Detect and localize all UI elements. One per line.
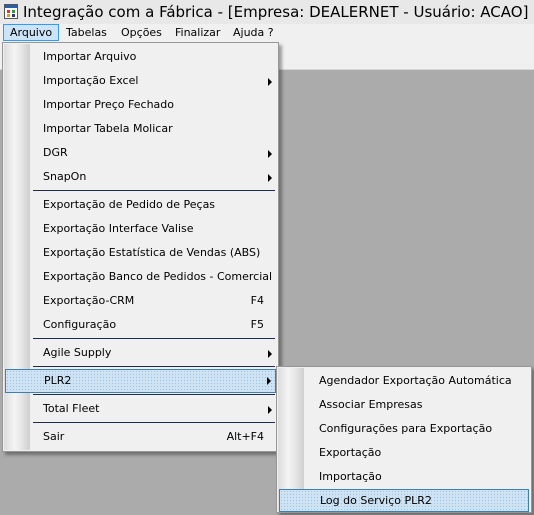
submenu-arrow-icon xyxy=(268,406,272,414)
shortcut-label: F4 xyxy=(250,294,264,307)
app-icon[interactable] xyxy=(4,4,18,19)
menu-item-label: DGR xyxy=(43,146,68,159)
menu-item-label: Exportação Banco de Pedidos - Comercial xyxy=(43,270,273,283)
menu-item-exportacao-pedido-pecas[interactable]: Exportação de Pedido de Peças xyxy=(5,193,276,217)
menu-item-associar-empresas[interactable]: Associar Empresas xyxy=(279,393,529,417)
menu-item-label: Log do Serviço PLR2 xyxy=(320,494,432,507)
menu-item-log-servico-plr2[interactable]: Log do Serviço PLR2 xyxy=(279,489,529,512)
menu-item-importacao-excel[interactable]: Importação Excel xyxy=(5,69,276,93)
shortcut-label: Alt+F4 xyxy=(226,430,264,443)
menu-separator xyxy=(33,394,275,395)
shortcut-label: F5 xyxy=(250,318,264,331)
menu-item-label: Exportação-CRM xyxy=(43,294,135,307)
submenu-arrow-icon xyxy=(267,377,271,385)
plr2-submenu: Agendador Exportação Automática Associar… xyxy=(276,366,532,513)
menu-bar: Arquivo Tabelas Opções Finalizar Ajuda ? xyxy=(0,24,534,42)
menu-tabelas[interactable]: Tabelas xyxy=(66,24,107,41)
title-bar: Integração com a Fábrica - [Empresa: DEA… xyxy=(0,0,534,25)
menu-item-label: Importar Tabela Molicar xyxy=(43,122,173,135)
menu-item-plr2[interactable]: PLR2 xyxy=(5,369,276,393)
menu-item-label: Exportação xyxy=(319,446,382,459)
menu-item-importacao[interactable]: Importação xyxy=(279,465,529,489)
menu-item-exportacao-interface-valise[interactable]: Exportação Interface Valise xyxy=(5,217,276,241)
menu-item-importar-tabela-molicar[interactable]: Importar Tabela Molicar xyxy=(5,117,276,141)
menu-item-importar-preco-fechado[interactable]: Importar Preço Fechado xyxy=(5,93,276,117)
menu-item-label: Exportação Interface Valise xyxy=(43,222,194,235)
menu-item-label: Importação xyxy=(319,470,382,483)
submenu-arrow-icon xyxy=(268,78,272,86)
menu-item-exportacao[interactable]: Exportação xyxy=(279,441,529,465)
menu-item-label: Importar Preço Fechado xyxy=(43,98,174,111)
menu-separator xyxy=(33,366,275,367)
menu-item-importar-arquivo[interactable]: Importar Arquivo xyxy=(5,45,276,69)
menu-item-label: Importação Excel xyxy=(43,74,139,87)
menu-item-configuracao[interactable]: Configuração F5 xyxy=(5,313,276,337)
menu-finalizar[interactable]: Finalizar xyxy=(175,24,220,41)
menu-item-snapon[interactable]: SnapOn xyxy=(5,165,276,189)
menu-item-exportacao-estatistica-vendas[interactable]: Exportação Estatística de Vendas (ABS) xyxy=(5,241,276,265)
menu-item-label: Exportação de Pedido de Peças xyxy=(43,198,216,211)
arquivo-menu: Importar Arquivo Importação Excel Import… xyxy=(2,42,279,452)
menu-separator xyxy=(33,190,275,191)
menu-item-label: Sair xyxy=(43,430,65,443)
menu-item-label: Exportação Estatística de Vendas (ABS) xyxy=(43,246,261,259)
menu-item-dgr[interactable]: DGR xyxy=(5,141,276,165)
submenu-arrow-icon xyxy=(268,150,272,158)
menu-item-exportacao-crm[interactable]: Exportação-CRM F4 xyxy=(5,289,276,313)
menu-item-sair[interactable]: Sair Alt+F4 xyxy=(5,425,276,449)
menu-separator xyxy=(33,338,275,339)
menu-item-label: Importar Arquivo xyxy=(43,50,137,63)
menu-arquivo[interactable]: Arquivo xyxy=(3,24,60,41)
menu-item-agile-supply[interactable]: Agile Supply xyxy=(5,341,276,365)
menu-item-label: Agile Supply xyxy=(43,346,112,359)
menu-item-label: Agendador Exportação Automática xyxy=(319,374,512,387)
menu-item-label: Total Fleet xyxy=(43,402,100,415)
menu-ajuda[interactable]: Ajuda ? xyxy=(233,24,274,41)
menu-item-label: SnapOn xyxy=(43,170,87,183)
menu-item-configuracoes-exportacao[interactable]: Configurações para Exportação xyxy=(279,417,529,441)
menu-item-total-fleet[interactable]: Total Fleet xyxy=(5,397,276,421)
menu-item-label: Configurações para Exportação xyxy=(319,422,493,435)
menu-opcoes[interactable]: Opções xyxy=(121,24,162,41)
menu-item-label: Associar Empresas xyxy=(319,398,423,411)
submenu-arrow-icon xyxy=(268,174,272,182)
window-title: Integração com a Fábrica - [Empresa: DEA… xyxy=(23,3,529,21)
menu-item-agendador-exportacao[interactable]: Agendador Exportação Automática xyxy=(279,369,529,393)
menu-separator xyxy=(33,422,275,423)
menu-item-label: Configuração xyxy=(43,318,117,331)
menu-item-label: PLR2 xyxy=(44,374,72,387)
menu-item-exportacao-banco-pedidos[interactable]: Exportação Banco de Pedidos - Comercial xyxy=(5,265,276,289)
submenu-arrow-icon xyxy=(268,350,272,358)
